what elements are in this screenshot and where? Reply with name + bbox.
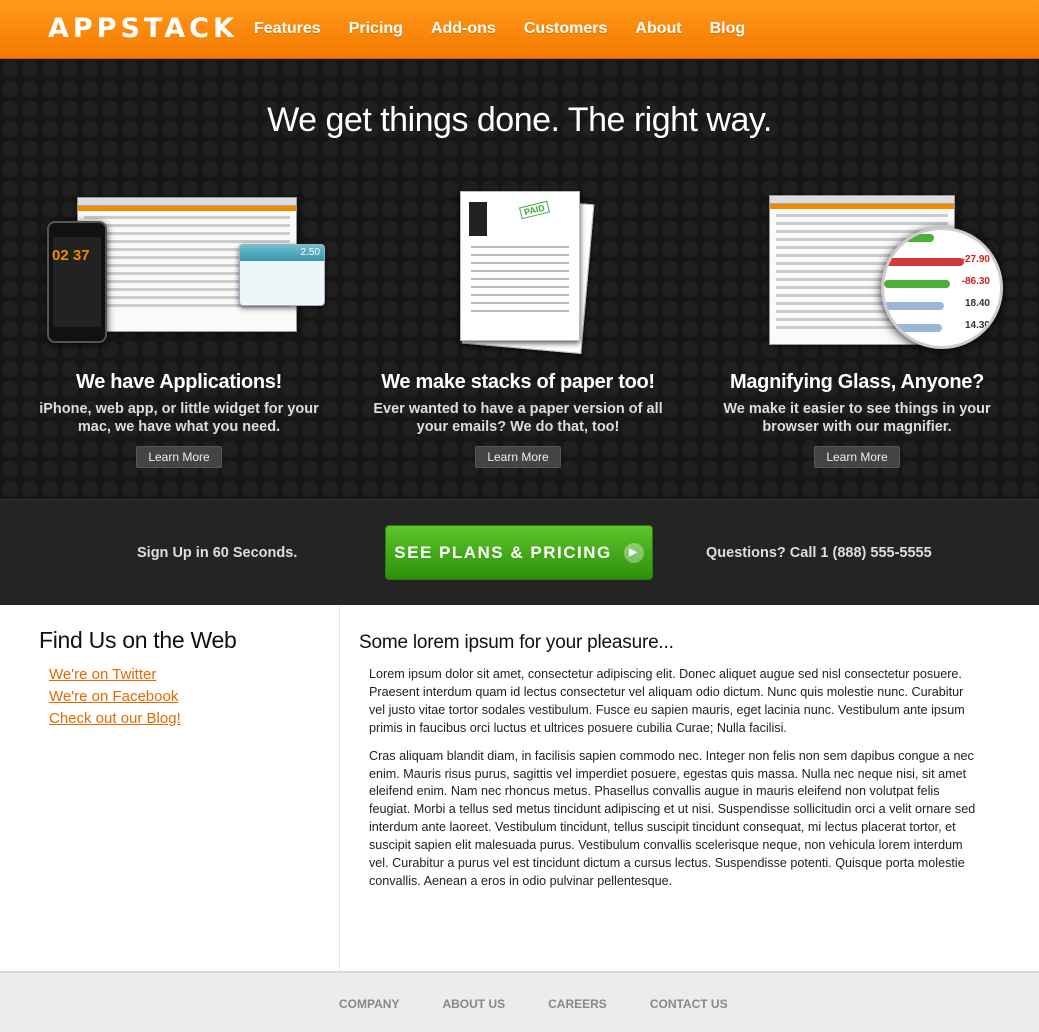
widget-price: 2.50 (240, 245, 324, 261)
top-nav-bar: APPSTACK Features Pricing Add-ons Custom… (0, 0, 1039, 59)
content-section: Find Us on the Web We're on Twitter We'r… (0, 605, 1039, 971)
main-title: Some lorem ipsum for your pleasure... (359, 632, 674, 653)
magnifier-illustration: -27.90 -86.30 18.40 14.30 (707, 189, 1007, 359)
paragraph: Cras aliquam blandit diam, in facilisis … (369, 748, 976, 888)
feature-text: iPhone, web app, or little widget for yo… (39, 401, 319, 435)
feature-title: We make stacks of paper too! (381, 371, 655, 393)
footer-nav: COMPANY ABOUT US CAREERS CONTACT US (339, 997, 771, 1011)
feature-magnifier: -27.90 -86.30 18.40 14.30 Magnifying Gla… (684, 189, 1030, 468)
phone-hour: 02 (52, 247, 69, 264)
phone-minute: 37 (72, 247, 90, 264)
learn-more-button[interactable]: Learn More (814, 446, 900, 468)
nav-pricing[interactable]: Pricing (349, 20, 403, 38)
signup-text: Sign Up in 60 Seconds. (137, 545, 298, 561)
signup-bar: Sign Up in 60 Seconds. SEE PLANS & PRICI… (0, 499, 1039, 605)
facebook-link[interactable]: We're on Facebook (49, 688, 178, 705)
hero-title: We get things done. The right way. (267, 101, 772, 139)
nav-features[interactable]: Features (254, 20, 321, 38)
feature-paper: PAID We make stacks of paper too! Ever w… (345, 189, 691, 468)
footer-link-contact-us[interactable]: CONTACT US (650, 997, 728, 1011)
feature-applications: 02 37 2.50 We have Applications! iPhone,… (6, 189, 352, 468)
footer: COMPANY ABOUT US CAREERS CONTACT US (0, 971, 1039, 1032)
footer-link-about-us[interactable]: ABOUT US (442, 997, 505, 1011)
feature-text: We make it easier to see things in your … (723, 401, 991, 435)
main-nav: Features Pricing Add-ons Customers About… (254, 20, 773, 38)
learn-more-button[interactable]: Learn More (475, 446, 561, 468)
magnifying-glass: -27.90 -86.30 18.40 14.30 (881, 227, 1003, 349)
hero-section: We get things done. The right way. 02 37… (0, 59, 1039, 499)
footer-link-careers[interactable]: CAREERS (548, 997, 607, 1011)
main-content: Some lorem ipsum for your pleasure... Lo… (359, 605, 979, 891)
feature-title: We have Applications! (76, 371, 282, 393)
magnifier-value: 14.30 (964, 320, 990, 331)
blog-link[interactable]: Check out our Blog! (49, 710, 181, 727)
nav-blog[interactable]: Blog (710, 20, 746, 38)
see-plans-pricing-button[interactable]: SEE PLANS & PRICING ▶ (385, 525, 653, 580)
nav-about[interactable]: About (635, 20, 681, 38)
invoice-paper: PAID (460, 191, 580, 341)
iphone-image: 02 37 (47, 221, 107, 343)
company-logo-block (469, 202, 487, 236)
paper-stack-illustration: PAID (368, 189, 668, 359)
feature-text: Ever wanted to have a paper version of a… (373, 401, 663, 435)
magnifier-value: -27.90 (961, 254, 990, 265)
nav-customers[interactable]: Customers (524, 20, 608, 38)
sidebar-title: Find Us on the Web (39, 627, 237, 653)
sidebar: Find Us on the Web We're on Twitter We'r… (0, 605, 340, 971)
nav-add-ons[interactable]: Add-ons (431, 20, 496, 38)
magnifier-value: -86.30 (961, 276, 990, 287)
magnifier-value: 18.40 (964, 298, 990, 309)
phone-contact-text: Questions? Call 1 (888) 555-5555 (706, 545, 932, 561)
applications-illustration: 02 37 2.50 (29, 189, 329, 359)
footer-link-company[interactable]: COMPANY (339, 997, 399, 1011)
paragraph: Lorem ipsum dolor sit amet, consectetur … (369, 667, 965, 735)
logo[interactable]: APPSTACK (48, 13, 238, 44)
twitter-link[interactable]: We're on Twitter (49, 666, 156, 683)
see-plans-label: SEE PLANS & PRICING (394, 542, 612, 562)
mac-widget-image: 2.50 (239, 244, 325, 306)
social-links-list: We're on Twitter We're on Facebook Check… (49, 666, 181, 732)
arrow-right-icon: ▶ (623, 542, 644, 563)
learn-more-button[interactable]: Learn More (136, 446, 222, 468)
feature-title: Magnifying Glass, Anyone? (729, 371, 984, 393)
